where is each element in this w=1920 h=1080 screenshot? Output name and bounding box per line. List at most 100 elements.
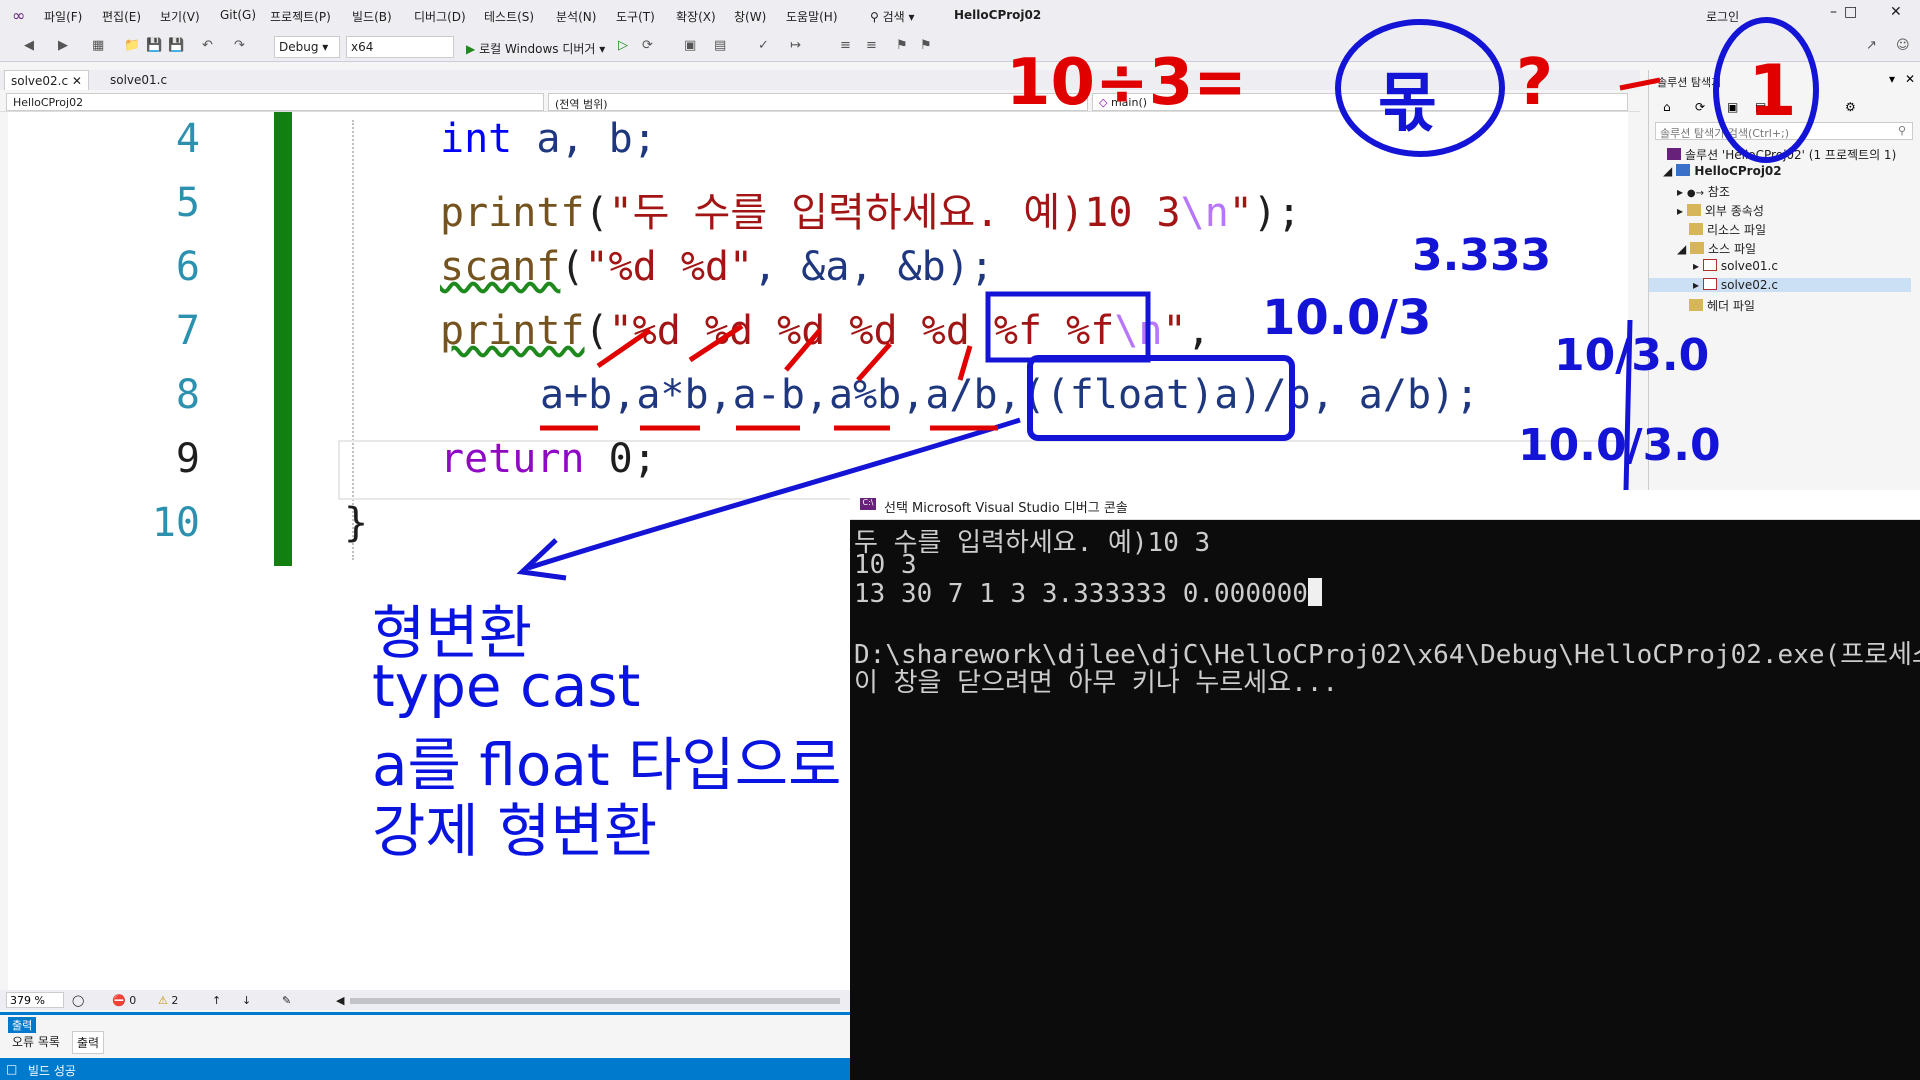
code-string: "	[1162, 308, 1187, 354]
tree-item-solve01[interactable]: ▸ solve01.c	[1693, 259, 1778, 273]
menu-build[interactable]: 빌드(B)	[352, 8, 392, 25]
tree-item-external-deps[interactable]: ▸ 외부 종속성	[1677, 202, 1764, 219]
tab-output[interactable]: 출력	[72, 1031, 105, 1054]
console-line: 10 3	[854, 550, 917, 580]
tree-item-source-files[interactable]: ◢ 소스 파일	[1677, 240, 1756, 257]
platform-select[interactable]: x64	[346, 36, 454, 58]
menu-git[interactable]: Git(G)	[220, 8, 256, 22]
code-line-5[interactable]: printf("두 수를 입력하세요. 예)10 3\n");	[440, 180, 1301, 238]
undo-icon[interactable]: ↶	[202, 38, 213, 53]
tree-item-solve02[interactable]: ▸ solve02.c	[1649, 278, 1911, 292]
start-debugging-button[interactable]: ▶ 로컬 Windows 디버거 ▾	[466, 40, 605, 57]
project-dropdown[interactable]: HelloCProj02	[6, 93, 544, 111]
share-icon[interactable]: ↗	[1866, 38, 1877, 53]
properties-icon[interactable]: ⚙	[1845, 100, 1856, 114]
code-line-10[interactable]: }	[344, 500, 368, 546]
down-arrow-icon[interactable]: ↓	[242, 994, 251, 1007]
sync-icon[interactable]: ⟳	[1695, 100, 1705, 114]
menu-test[interactable]: 테스트(S)	[484, 8, 534, 25]
collapse-icon[interactable]: ▣	[1727, 100, 1738, 114]
warnings-indicator[interactable]: ⚠ 2	[158, 994, 178, 1007]
menu-edit[interactable]: 편집(E)	[102, 8, 141, 25]
tree-item-references[interactable]: ▸ ●→ 참조	[1677, 183, 1730, 200]
search-box[interactable]: ⚲ 검색 ▾	[870, 8, 915, 25]
uncomment-icon[interactable]: ≡	[866, 38, 877, 53]
menu-project[interactable]: 프로젝트(P)	[270, 8, 331, 25]
login-link[interactable]: 로그인	[1706, 8, 1739, 25]
toolbar: ◀ ▶ ▦ 📁 💾 💾 ↶ ↷ Debug ▾ x64 ▶ 로컬 Windows…	[0, 32, 1920, 62]
close-icon[interactable]: ✕	[72, 74, 82, 88]
search-label: 검색	[882, 10, 905, 24]
spellcheck-icon[interactable]: ✓	[758, 38, 769, 53]
refresh-icon[interactable]: ⟳	[642, 38, 653, 53]
save-all-icon[interactable]: 💾	[168, 38, 184, 53]
back-icon[interactable]: ◀	[24, 38, 34, 53]
line-number: 9	[175, 436, 200, 482]
tree-label: 헤더 파일	[1707, 299, 1755, 313]
tree-item-header-files[interactable]: 헤더 파일	[1689, 297, 1755, 314]
feedback-icon[interactable]: ☺	[1896, 38, 1910, 53]
code-line-8[interactable]: a+b,a*b,a-b,a%b,a/b,((float)a)/b, a/b);	[540, 372, 1479, 418]
code-token: scanf	[440, 244, 561, 290]
solution-icon	[1667, 148, 1681, 160]
solution-root[interactable]: 솔루션 'HelloCProj02' (1 프로젝트의 1)	[1667, 146, 1896, 163]
tab-solve01[interactable]: solve01.c	[104, 70, 173, 90]
console-title-bar[interactable]: C:\ 선택 Microsoft Visual Studio 디버그 콘솔	[850, 490, 1920, 520]
health-icon[interactable]: ◯	[72, 994, 84, 1007]
layout-icon[interactable]: ▤	[714, 38, 726, 53]
tab-solve02[interactable]: solve02.c ✕	[4, 70, 89, 90]
menu-bar: ∞ 파일(F) 편집(E) 보기(V) Git(G) 프로젝트(P) 빌드(B)…	[0, 0, 1920, 32]
console-app-icon: C:\	[860, 498, 876, 510]
scroll-left-icon[interactable]: ◀	[336, 994, 344, 1007]
menu-file[interactable]: 파일(F)	[44, 8, 82, 25]
tree-item-resource-files[interactable]: 리소스 파일	[1689, 221, 1766, 238]
minimize-icon[interactable]: –	[1830, 4, 1837, 20]
tree-label: solve02.c	[1720, 278, 1778, 292]
menu-window[interactable]: 창(W)	[734, 8, 766, 25]
up-arrow-icon[interactable]: ↑	[212, 994, 221, 1007]
c-file-icon	[1702, 259, 1717, 271]
menu-help[interactable]: 도움말(H)	[786, 8, 838, 25]
horizontal-scrollbar[interactable]	[350, 998, 840, 1004]
comment-icon[interactable]: ≡	[840, 38, 851, 53]
close-icon[interactable]: ✕	[1905, 72, 1915, 86]
forward-icon[interactable]: ▶	[58, 38, 68, 53]
brush-icon[interactable]: ✎	[282, 994, 291, 1007]
redo-icon[interactable]: ↷	[234, 38, 245, 53]
code-line-9[interactable]: return 0;	[440, 436, 657, 482]
tree-item-project[interactable]: ◢ HelloCProj02	[1663, 164, 1782, 178]
new-project-icon[interactable]: ▦	[92, 38, 104, 53]
handwriting-quotient: 몫	[1378, 67, 1437, 141]
annotation-note-2: type cast	[372, 652, 641, 720]
menu-extensions[interactable]: 확장(X)	[676, 8, 716, 25]
maximize-icon[interactable]: □	[1844, 4, 1857, 20]
tab-error-list[interactable]: 오류 목록	[8, 1031, 64, 1052]
code-line-7[interactable]: printf("%d %d %d %d %d %f %f\n",	[440, 308, 1211, 354]
line-number: 10	[151, 500, 200, 546]
handwriting-side-2: 10.0/3	[1262, 290, 1432, 346]
tab-label: solve02.c	[11, 74, 69, 88]
configuration-select[interactable]: Debug ▾	[274, 36, 340, 58]
start-without-debugging-icon[interactable]: ▷	[618, 38, 628, 53]
debug-console-window[interactable]: C:\ 선택 Microsoft Visual Studio 디버그 콘솔 두 …	[850, 490, 1920, 1080]
home-icon[interactable]: ⌂	[1663, 100, 1671, 114]
folder-icon	[1689, 299, 1703, 311]
menu-tools[interactable]: 도구(T)	[616, 8, 655, 25]
code-line-6[interactable]: scanf("%d %d", &a, &b);	[440, 244, 994, 290]
bookmark-prev-icon[interactable]: ⚑	[920, 38, 932, 53]
warning-count: 2	[171, 994, 179, 1007]
open-folder-icon[interactable]: 📁	[124, 38, 140, 53]
menu-analyze[interactable]: 분석(N)	[556, 8, 596, 25]
close-icon[interactable]: ✕	[1890, 4, 1902, 20]
zoom-select[interactable]: 379 %	[6, 992, 64, 1008]
bookmark-icon[interactable]: ⚑	[896, 38, 908, 53]
errors-indicator[interactable]: ⛔ 0	[112, 994, 136, 1007]
menu-view[interactable]: 보기(V)	[160, 8, 200, 25]
save-icon[interactable]: 💾	[146, 38, 162, 53]
pin-icon[interactable]: ▾	[1889, 72, 1895, 86]
code-token: );	[1252, 190, 1302, 236]
menu-debug[interactable]: 디버그(D)	[414, 8, 466, 25]
browse-icon[interactable]: ▣	[684, 38, 696, 53]
code-line-4[interactable]: int a, b;	[440, 116, 657, 162]
step-icon[interactable]: ↦	[790, 38, 801, 53]
